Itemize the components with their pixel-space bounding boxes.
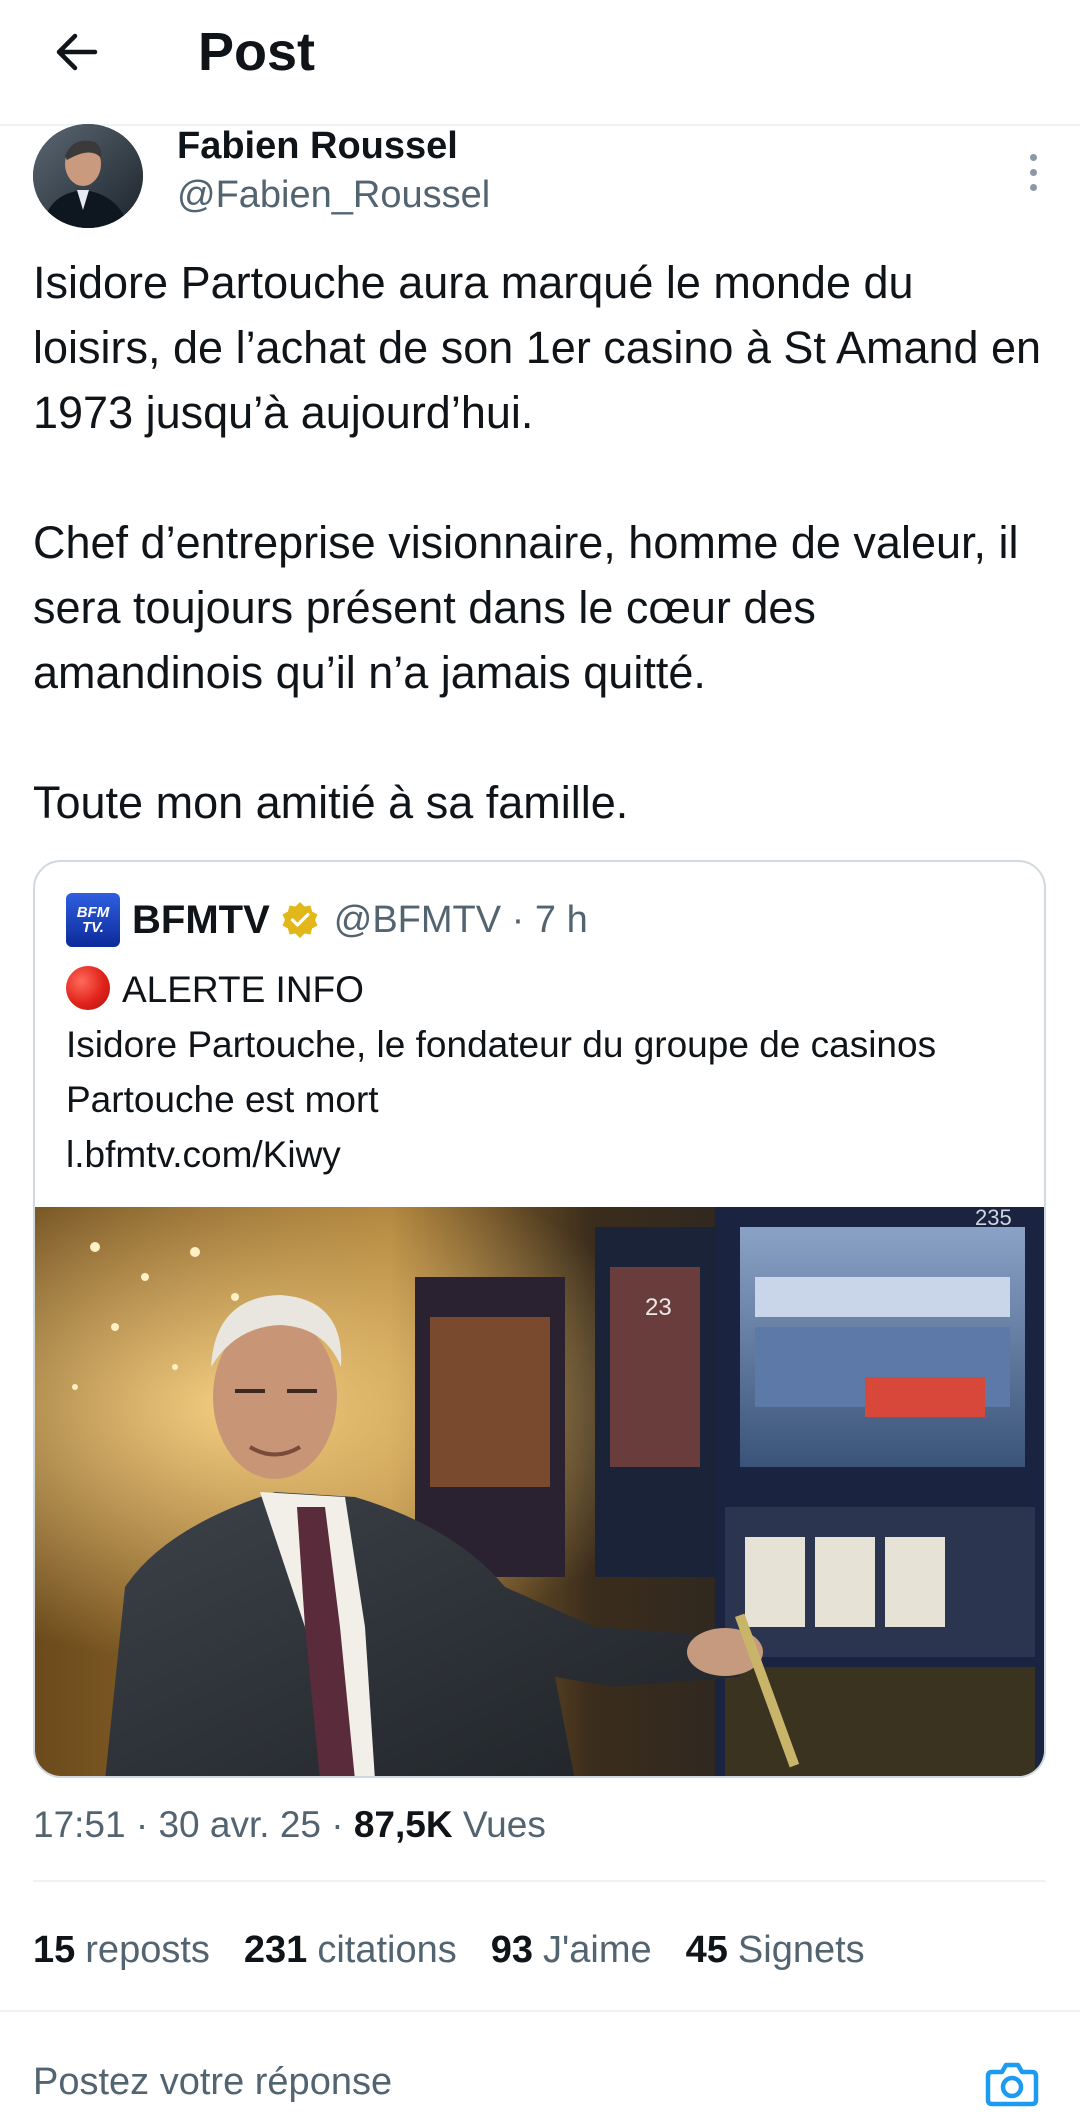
reply-composer bbox=[0, 2010, 1080, 2127]
author-handle[interactable]: @Fabien_Roussel bbox=[177, 170, 490, 220]
alert-line: ALERTE INFO bbox=[66, 962, 1016, 1017]
views-label: Vues bbox=[452, 1804, 546, 1845]
bfmtv-logo: BFM TV. bbox=[66, 893, 120, 947]
author-name[interactable]: Fabien Roussel bbox=[177, 124, 458, 168]
more-dot bbox=[1029, 168, 1037, 176]
quoted-author-handle-time: @BFMTV · 7 h bbox=[333, 898, 588, 941]
quoted-post-text: ALERTE INFO Isidore Partouche, le fondat… bbox=[66, 962, 1016, 1182]
post-paragraph: Chef d’entreprise visionnaire, homme de … bbox=[33, 517, 1019, 698]
quoted-post-card[interactable]: BFM TV. BFMTV @BFMTV · 7 h ALERTE INFO I… bbox=[33, 860, 1046, 1778]
quotes-stat[interactable]: 231 citations bbox=[244, 1920, 457, 1980]
reply-input[interactable] bbox=[33, 2052, 933, 2112]
post-text: Isidore Partouche aura marqué le monde d… bbox=[33, 250, 1043, 835]
quoted-post-image[interactable]: 23 235 bbox=[35, 1207, 1046, 1778]
page-title: Post bbox=[198, 22, 316, 82]
top-app-bar: Post bbox=[0, 0, 1080, 126]
engagement-stats: 15 reposts 231 citations 93 J'aime 45 Signet… bbox=[33, 1920, 865, 1980]
camera-button[interactable] bbox=[984, 2056, 1040, 2112]
camera-icon bbox=[985, 2062, 1039, 2107]
verified-badge-icon bbox=[282, 902, 318, 938]
machine-top-number: 235 bbox=[975, 1207, 1012, 1230]
more-dot bbox=[1029, 183, 1037, 191]
quoted-post-header: BFM TV. BFMTV @BFMTV · 7 h bbox=[66, 892, 588, 948]
quoted-author-name: BFMTV bbox=[132, 897, 270, 942]
alert-label: ALERTE INFO bbox=[122, 969, 364, 1010]
divider bbox=[33, 1880, 1046, 1882]
likes-stat[interactable]: 93 J'aime bbox=[491, 1920, 652, 1980]
quoted-post-link[interactable]: l.bfmtv.com/Kiwy bbox=[66, 1127, 1016, 1182]
red-circle-icon bbox=[66, 966, 110, 1010]
views-count: 87,5K bbox=[353, 1804, 453, 1845]
bookmarks-stat[interactable]: 45 Signets bbox=[686, 1920, 865, 1980]
more-dot bbox=[1029, 153, 1037, 161]
avatar[interactable] bbox=[33, 124, 143, 228]
post-paragraph: Isidore Partouche aura marqué le monde d… bbox=[33, 257, 1042, 438]
post-paragraph: Toute mon amitié à sa famille. bbox=[33, 777, 629, 828]
post-author: Fabien Roussel @Fabien_Roussel bbox=[33, 124, 1053, 234]
more-options-button[interactable] bbox=[1013, 142, 1053, 202]
quoted-post-body: Isidore Partouche, le fondateur du group… bbox=[66, 1024, 937, 1120]
arrow-left-icon bbox=[56, 33, 98, 71]
back-button[interactable] bbox=[44, 20, 108, 84]
post-timestamp: 17:51 · 30 avr. 25 · bbox=[33, 1804, 354, 1845]
post-meta: 17:51 · 30 avr. 25 · 87,5K Vues bbox=[33, 1800, 546, 1850]
machine-number: 23 bbox=[645, 1294, 672, 1321]
reposts-stat[interactable]: 15 reposts bbox=[33, 1920, 210, 1980]
